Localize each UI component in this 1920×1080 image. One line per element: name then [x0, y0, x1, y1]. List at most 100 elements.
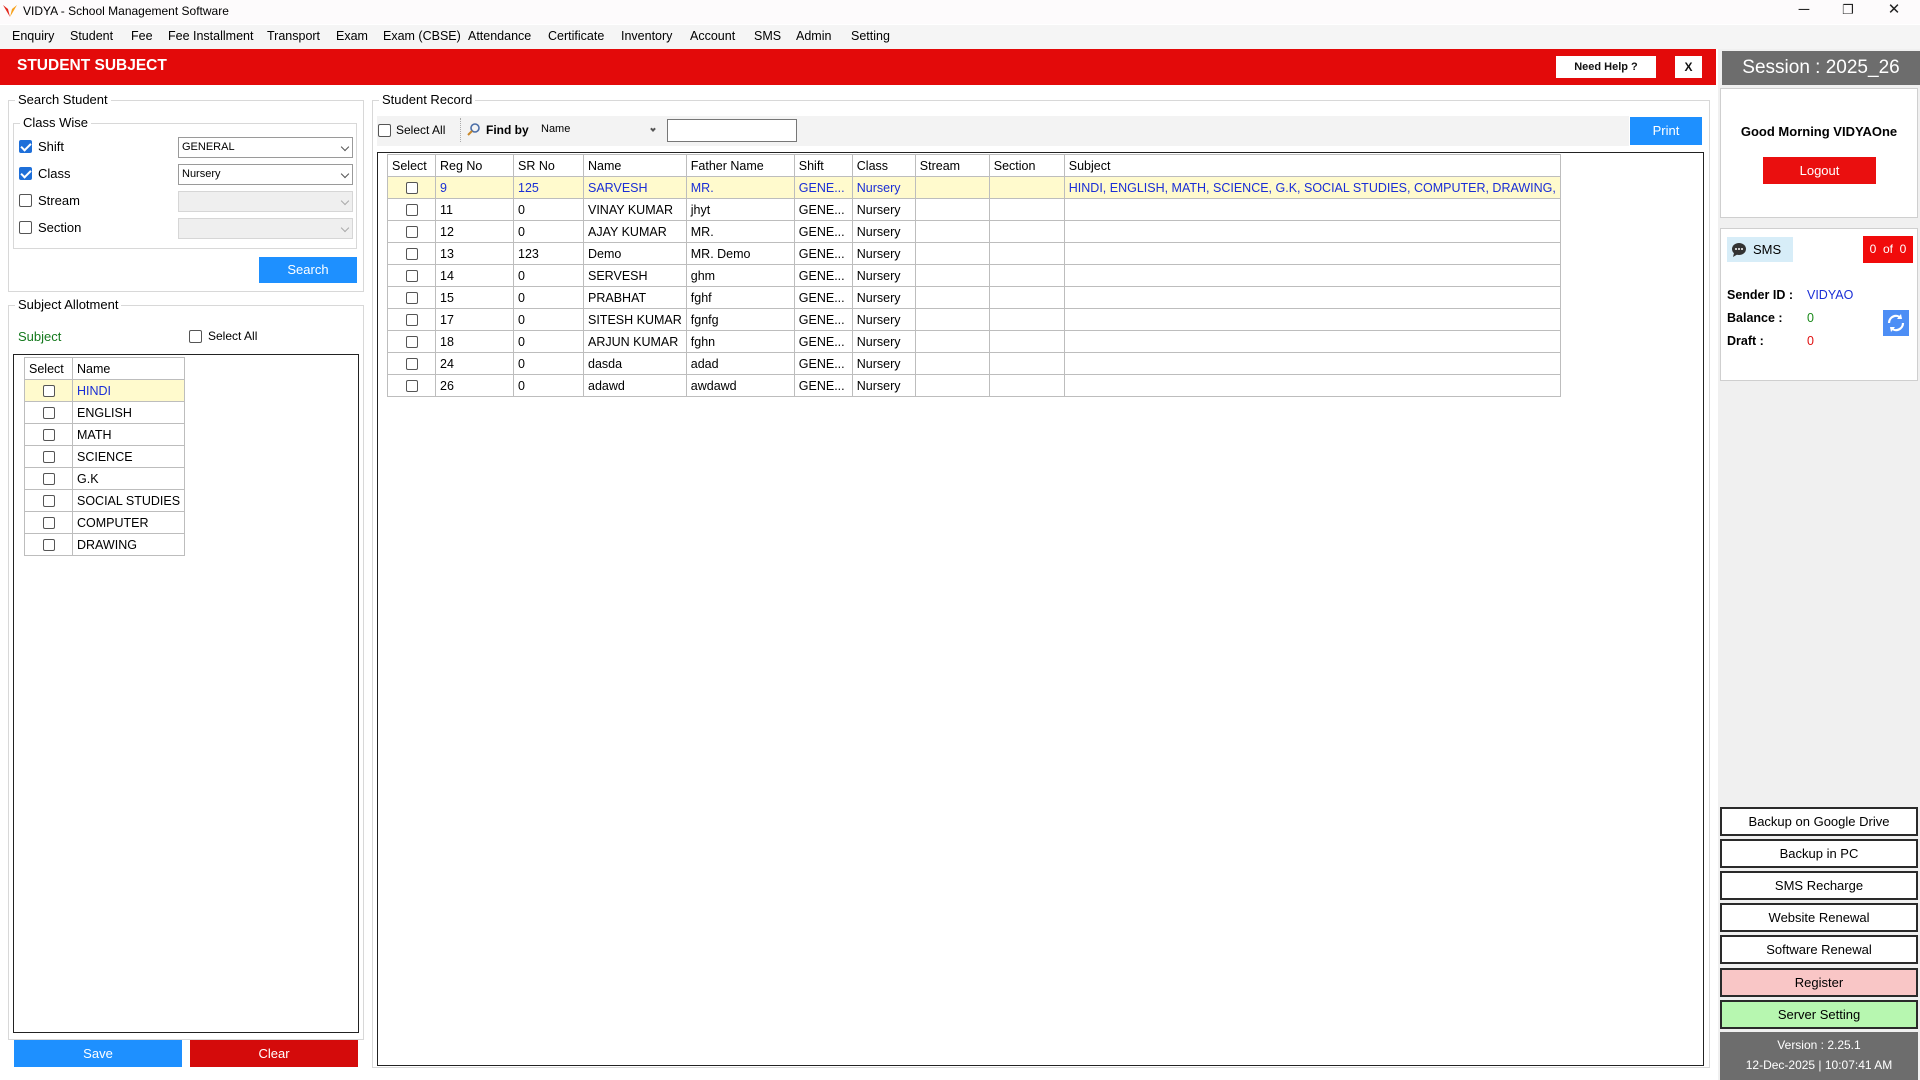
subject-name-cell: DRAWING — [71, 533, 186, 556]
student-checkbox[interactable] — [405, 248, 418, 261]
student-row[interactable]: 14 0 SERVESH ghm GENE... Nursery — [387, 264, 1561, 287]
student-checkbox[interactable] — [405, 270, 418, 283]
menu-inventory[interactable]: Inventory — [621, 29, 672, 43]
stream-checkbox[interactable] — [19, 194, 32, 207]
column-header-father-name[interactable]: Father Name — [685, 154, 795, 177]
student-record-title: Student Record — [379, 92, 476, 107]
server-setting-button[interactable]: Server Setting — [1720, 1000, 1918, 1029]
subject-name-cell: SOCIAL STUDIES — [71, 489, 186, 512]
menu-student[interactable]: Student — [70, 29, 113, 43]
student-checkbox[interactable] — [405, 380, 418, 393]
print-button[interactable]: Print — [1630, 117, 1702, 145]
subject-row[interactable]: SCIENCE — [24, 445, 186, 468]
window-close-button[interactable]: ✕ — [1872, 0, 1916, 22]
menu-attendance[interactable]: Attendance — [468, 29, 531, 43]
subject-checkbox[interactable] — [42, 517, 55, 530]
search-button[interactable]: Search — [259, 257, 357, 283]
subject-checkbox[interactable] — [42, 451, 55, 464]
menu-enquiry[interactable]: Enquiry — [12, 29, 54, 43]
subject-row[interactable]: SOCIAL STUDIES — [24, 489, 186, 512]
menu-setting[interactable]: Setting — [851, 29, 890, 43]
subject-checkbox[interactable] — [42, 385, 55, 398]
maximize-button[interactable]: ❐ — [1826, 0, 1870, 22]
logout-button[interactable]: Logout — [1763, 157, 1876, 184]
subject-select-all-checkbox[interactable] — [189, 330, 202, 343]
menu-certificate[interactable]: Certificate — [548, 29, 604, 43]
subject-row[interactable]: ENGLISH — [24, 401, 186, 424]
subject-row[interactable]: COMPUTER — [24, 511, 186, 534]
student-row[interactable]: 17 0 SITESH KUMAR fgnfg GENE... Nursery — [387, 308, 1561, 331]
subject-checkbox[interactable] — [42, 429, 55, 442]
menu-account[interactable]: Account — [690, 29, 735, 43]
clear-button[interactable]: Clear — [190, 1040, 358, 1067]
subject-checkbox[interactable] — [42, 539, 55, 552]
cell-class: Nursery — [851, 220, 916, 243]
student-row[interactable]: 9 125 SARVESH MR. GENE... Nursery HINDI, ENGLI… — [387, 176, 1561, 199]
menu-exam[interactable]: Exam — [336, 29, 368, 43]
subject-checkbox[interactable] — [42, 407, 55, 420]
close-form-button[interactable]: X — [1675, 56, 1702, 78]
student-checkbox[interactable] — [405, 204, 418, 217]
column-header-stream[interactable]: Stream — [914, 154, 990, 177]
stream-select[interactable] — [178, 191, 353, 212]
subject-row[interactable]: DRAWING — [24, 533, 186, 556]
register-button[interactable]: Register — [1720, 968, 1918, 997]
student-row[interactable]: 11 0 VINAY KUMAR jhyt GENE... Nursery — [387, 198, 1561, 221]
cell-reg-no: 24 — [435, 352, 514, 375]
class-select[interactable]: Nursery — [178, 164, 353, 185]
sms-badge[interactable]: SMS — [1727, 237, 1793, 262]
student-row[interactable]: 18 0 ARJUN KUMAR fghn GENE... Nursery — [387, 330, 1561, 353]
column-header-select[interactable]: Select — [387, 154, 436, 177]
sms-recharge-button[interactable]: SMS Recharge — [1720, 871, 1918, 900]
shift-select[interactable]: GENERAL — [178, 137, 353, 158]
class-checkbox[interactable] — [19, 167, 32, 180]
column-header-class[interactable]: Class — [851, 154, 916, 177]
menu-transport[interactable]: Transport — [267, 29, 320, 43]
student-checkbox[interactable] — [405, 358, 418, 371]
subject-row[interactable]: G.K — [24, 467, 186, 490]
menu-sms[interactable]: SMS — [754, 29, 781, 43]
column-header-subject[interactable]: Subject — [1063, 154, 1561, 177]
student-checkbox[interactable] — [405, 336, 418, 349]
student-row[interactable]: 24 0 dasda adad GENE... Nursery — [387, 352, 1561, 375]
column-header-shift[interactable]: Shift — [793, 154, 853, 177]
shift-checkbox[interactable] — [19, 140, 32, 153]
student-checkbox[interactable] — [405, 292, 418, 305]
student-row[interactable]: 26 0 adawd awdawd GENE... Nursery — [387, 374, 1561, 397]
column-header-select[interactable]: Select — [24, 357, 73, 380]
backup-google-drive-button[interactable]: Backup on Google Drive — [1720, 807, 1918, 836]
software-renewal-button[interactable]: Software Renewal — [1720, 935, 1918, 964]
student-row[interactable]: 12 0 AJAY KUMAR MR. GENE... Nursery — [387, 220, 1561, 243]
subject-checkbox[interactable] — [42, 495, 55, 508]
student-select-all-checkbox[interactable] — [378, 124, 391, 137]
refresh-icon[interactable] — [1883, 310, 1909, 336]
column-header-reg-no[interactable]: Reg No — [435, 154, 514, 177]
section-checkbox[interactable] — [19, 221, 32, 234]
cell-stream — [914, 264, 990, 287]
menu-fee[interactable]: Fee — [131, 29, 153, 43]
need-help-button[interactable]: Need Help ? — [1556, 56, 1656, 78]
column-header-section[interactable]: Section — [988, 154, 1065, 177]
menu-fee-installment[interactable]: Fee Installment — [168, 29, 253, 43]
cell-stream — [914, 374, 990, 397]
column-header-sr-no[interactable]: SR No — [513, 154, 584, 177]
find-by-input[interactable] — [667, 119, 797, 142]
student-row[interactable]: 15 0 PRABHAT fghf GENE... Nursery — [387, 286, 1561, 309]
subject-checkbox[interactable] — [42, 473, 55, 486]
find-by-select[interactable]: Name — [537, 119, 660, 140]
column-header-name[interactable]: Name — [583, 154, 687, 177]
menu-exam-cbse[interactable]: Exam (CBSE) — [383, 29, 461, 43]
student-checkbox[interactable] — [405, 226, 418, 239]
student-checkbox[interactable] — [405, 314, 418, 327]
website-renewal-button[interactable]: Website Renewal — [1720, 903, 1918, 932]
minimize-button[interactable]: ─ — [1782, 0, 1826, 22]
column-header-name[interactable]: Name — [71, 357, 186, 380]
student-row[interactable]: 13 123 Demo MR. Demo GENE... Nursery — [387, 242, 1561, 265]
menu-admin[interactable]: Admin — [796, 29, 831, 43]
backup-pc-button[interactable]: Backup in PC — [1720, 839, 1918, 868]
subject-row[interactable]: HINDI — [24, 379, 186, 402]
save-button[interactable]: Save — [14, 1040, 182, 1067]
section-select[interactable] — [178, 218, 353, 239]
student-checkbox[interactable] — [405, 182, 418, 195]
subject-row[interactable]: MATH — [24, 423, 186, 446]
